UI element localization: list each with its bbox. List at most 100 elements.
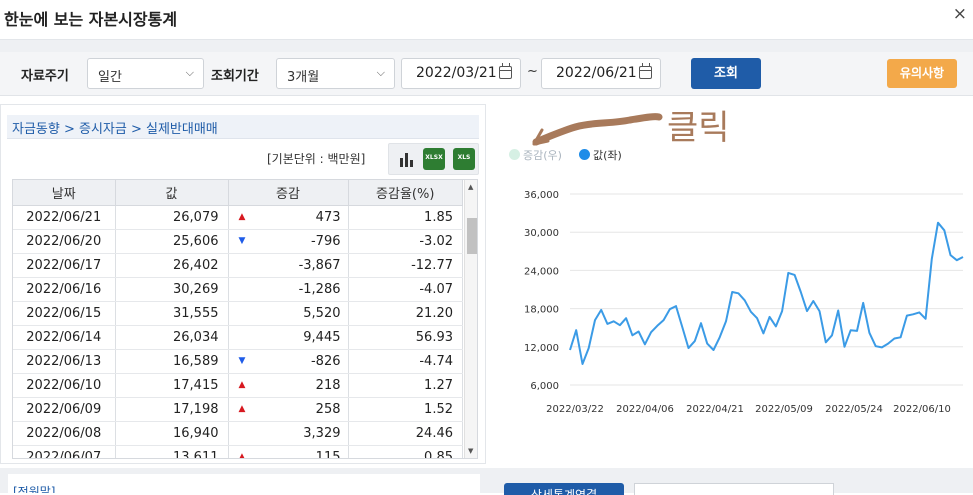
table-row[interactable]: 2022/06/13 16,589 ▼ -826 -4.74 bbox=[13, 349, 463, 374]
date-cell-text: 2022/06/09 bbox=[26, 401, 102, 417]
footer-input[interactable] bbox=[634, 483, 834, 495]
rate-cell: 1.52 bbox=[348, 397, 463, 422]
rate-cell-text: -4.74 bbox=[419, 353, 453, 369]
table-row[interactable]: 2022/06/14 26,034 9,445 56.93 bbox=[13, 325, 463, 350]
rate-cell-text: -3.02 bbox=[419, 233, 453, 249]
table-row[interactable]: 2022/06/07 13,611 ▲ 115 0.85 bbox=[13, 445, 463, 459]
chart-icon[interactable] bbox=[395, 148, 417, 170]
change-cell: ▼ -796 bbox=[228, 229, 349, 254]
table-row[interactable]: 2022/06/15 31,555 5,520 21.20 bbox=[13, 301, 463, 326]
date-cell: 2022/06/17 bbox=[13, 253, 116, 278]
calendar-icon[interactable] bbox=[499, 63, 512, 79]
rate-cell-text: 0.85 bbox=[424, 449, 453, 459]
table-header-row: 날짜 값 증감 증감율(%) bbox=[13, 180, 463, 206]
table-row[interactable]: 2022/06/10 17,415 ▲ 218 1.27 bbox=[13, 373, 463, 398]
change-cell-text: 9,445 bbox=[303, 329, 341, 345]
value-cell-text: 25,606 bbox=[173, 233, 219, 249]
detail-stats-button[interactable]: 상세통계연결 bbox=[504, 483, 624, 495]
down-arrow-icon: ▼ bbox=[238, 355, 246, 366]
scroll-down-icon[interactable]: ▼ bbox=[468, 447, 473, 455]
value-cell-text: 26,034 bbox=[173, 329, 219, 345]
calendar-icon[interactable] bbox=[639, 63, 652, 79]
date-cell: 2022/06/21 bbox=[13, 205, 116, 230]
y-tick-label: 6,000 bbox=[530, 381, 559, 392]
value-cell: 13,611 bbox=[115, 445, 229, 459]
period-label: 자료주기 bbox=[21, 69, 69, 84]
y-tick-label: 24,000 bbox=[524, 266, 559, 277]
rate-cell: 56.93 bbox=[348, 325, 463, 350]
table-row[interactable]: 2022/06/20 25,606 ▼ -796 -3.02 bbox=[13, 229, 463, 254]
table-row[interactable]: 2022/06/17 26,402 -3,867 -12.77 bbox=[13, 253, 463, 278]
date-cell: 2022/06/07 bbox=[13, 445, 116, 458]
column-header-rate[interactable]: 증감율(%) bbox=[348, 180, 463, 206]
period-select[interactable]: 일간 ⌵ bbox=[87, 58, 204, 89]
date-cell: 2022/06/13 bbox=[13, 349, 116, 374]
change-cell-text: 115 bbox=[315, 449, 341, 459]
annotation-text: 클릭 bbox=[667, 108, 730, 148]
column-header-date[interactable]: 날짜 bbox=[13, 180, 116, 206]
change-cell: 9,445 bbox=[228, 325, 349, 350]
search-button[interactable]: 조회 bbox=[691, 58, 761, 89]
data-panel: 자금동향 > 증시자금 > 실제반대매매 [기본단위 : 백만원] XLSX X… bbox=[0, 104, 486, 464]
close-icon[interactable]: × bbox=[953, 4, 967, 24]
change-cell-text: -3,867 bbox=[298, 257, 341, 273]
scroll-up-icon[interactable]: ▲ bbox=[468, 183, 473, 191]
change-cell: ▲ 218 bbox=[228, 373, 349, 398]
end-date-input[interactable]: 2022/06/21 bbox=[541, 58, 661, 89]
x-tick-label: 2022/05/09 bbox=[755, 404, 813, 415]
up-arrow-icon: ▲ bbox=[238, 403, 246, 414]
scroll-thumb[interactable] bbox=[467, 218, 477, 254]
xlsx-icon-label: XLSX bbox=[425, 154, 443, 161]
up-arrow-icon: ▲ bbox=[238, 379, 246, 390]
value-cell: 17,198 bbox=[115, 397, 229, 422]
rate-cell-text: 1.52 bbox=[424, 401, 453, 417]
value-cell-text: 17,198 bbox=[173, 401, 219, 417]
date-cell: 2022/06/09 bbox=[13, 397, 116, 422]
date-cell-text: 2022/06/21 bbox=[26, 209, 102, 225]
change-cell-text: 5,520 bbox=[303, 305, 341, 321]
filter-bar: 자료주기 일간 ⌵ 조회기간 3개월 ⌵ 2022/03/21 ~ 2022/0… bbox=[0, 52, 973, 96]
notice-button[interactable]: 유의사항 bbox=[887, 59, 957, 88]
value-cell: 16,940 bbox=[115, 421, 229, 446]
x-tick-label: 2022/06/10 bbox=[893, 404, 951, 415]
chart-panel: 증감(우) 값(좌) 36,000 30,000 24,000 18,000 12,00… bbox=[490, 104, 973, 464]
value-cell: 25,606 bbox=[115, 229, 229, 254]
column-header-change[interactable]: 증감 bbox=[228, 180, 349, 206]
rate-cell: 24.46 bbox=[348, 421, 463, 446]
value-cell: 17,415 bbox=[115, 373, 229, 398]
y-tick-label: 12,000 bbox=[524, 343, 559, 354]
date-cell-text: 2022/06/13 bbox=[26, 353, 102, 369]
column-header-value[interactable]: 값 bbox=[115, 180, 229, 206]
xls-download-icon[interactable]: XLS bbox=[453, 148, 475, 170]
table-row[interactable]: 2022/06/21 26,079 ▲ 473 1.85 bbox=[13, 205, 463, 230]
xlsx-download-icon[interactable]: XLSX bbox=[423, 148, 445, 170]
value-cell-text: 17,415 bbox=[173, 377, 219, 393]
rate-cell: 0.85 bbox=[348, 445, 463, 459]
range-select[interactable]: 3개월 ⌵ bbox=[276, 58, 395, 89]
period-select-value: 일간 bbox=[98, 70, 122, 85]
start-date-input[interactable]: 2022/03/21 bbox=[401, 58, 521, 89]
change-cell-text: 258 bbox=[315, 401, 341, 417]
y-tick-label: 36,000 bbox=[524, 190, 559, 201]
window-title: 한눈에 보는 자본시장통계 bbox=[4, 10, 178, 29]
table-row[interactable]: 2022/06/09 17,198 ▲ 258 1.52 bbox=[13, 397, 463, 422]
rate-cell: -4.74 bbox=[348, 349, 463, 374]
date-cell-text: 2022/06/15 bbox=[26, 305, 102, 321]
series-line-value[interactable] bbox=[569, 221, 964, 365]
value-cell: 16,589 bbox=[115, 349, 229, 374]
value-cell: 31,555 bbox=[115, 301, 229, 326]
export-toolbar: XLSX XLS bbox=[388, 143, 479, 175]
change-cell: ▲ 258 bbox=[228, 397, 349, 422]
value-cell-text: 13,611 bbox=[173, 449, 219, 459]
change-cell: ▲ 115 bbox=[228, 445, 349, 459]
table-row[interactable]: 2022/06/16 30,269 -1,286 -4.07 bbox=[13, 277, 463, 302]
table-row[interactable]: 2022/06/08 16,940 3,329 24.46 bbox=[13, 421, 463, 446]
title-bar: 한눈에 보는 자본시장통계 × bbox=[0, 0, 973, 40]
date-cell: 2022/06/08 bbox=[13, 421, 116, 446]
rate-cell: 1.27 bbox=[348, 373, 463, 398]
change-cell-text: -1,286 bbox=[298, 281, 341, 297]
footer-area: [전원말] 상세통계연결 bbox=[0, 468, 973, 495]
vertical-scrollbar[interactable]: ▲ ▼ bbox=[464, 180, 477, 458]
change-cell: ▲ 473 bbox=[228, 205, 349, 230]
footer-link[interactable]: [전원말] bbox=[8, 474, 480, 493]
